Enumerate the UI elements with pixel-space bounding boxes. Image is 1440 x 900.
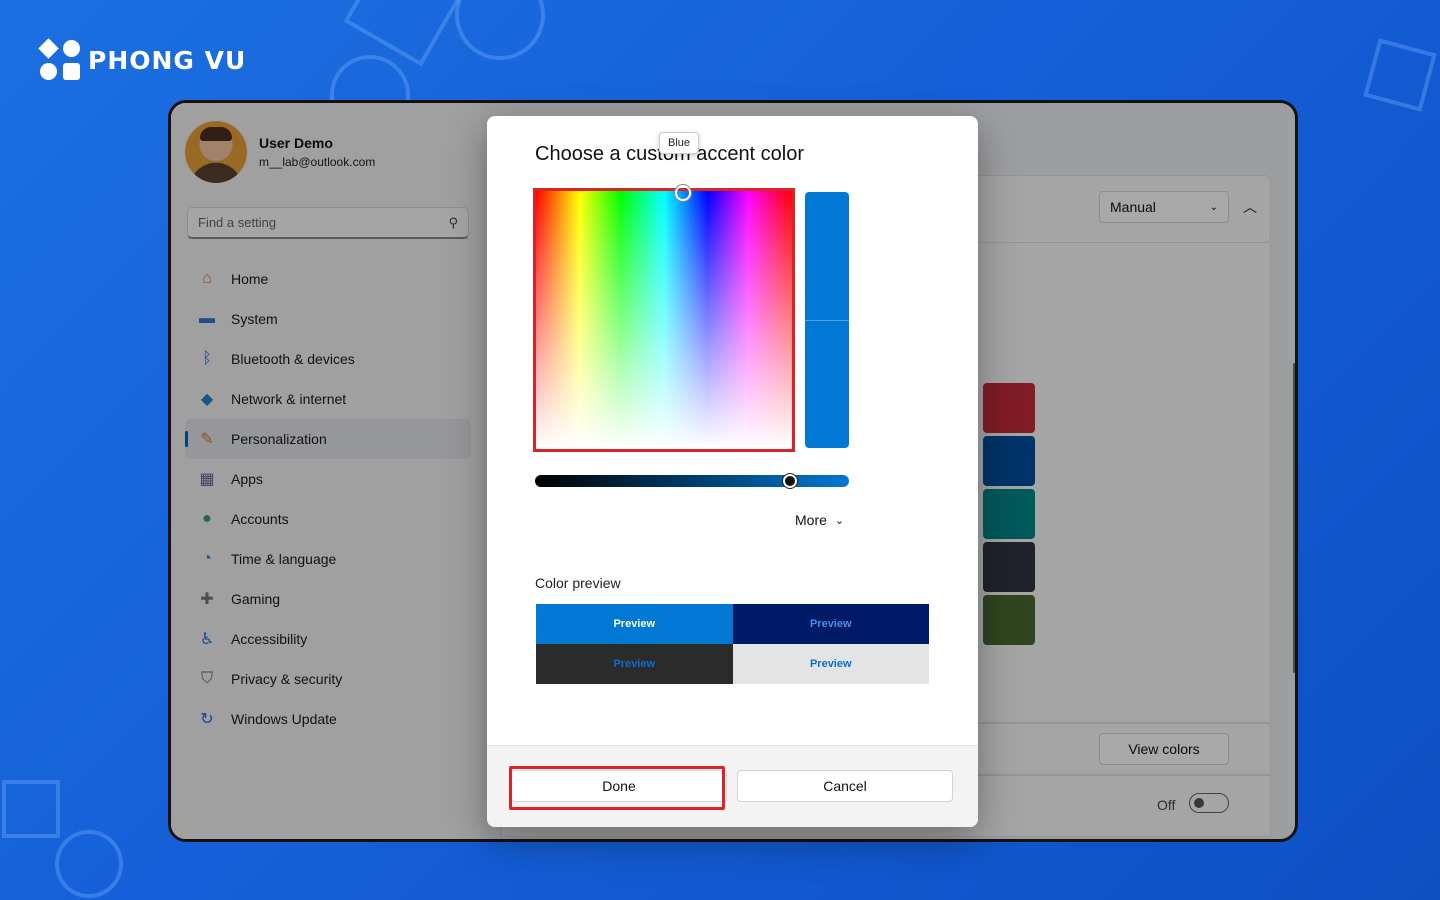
preview-tile: Preview [732,644,929,684]
color-tooltip: Blue [659,132,700,154]
color-spectrum[interactable] [533,188,795,452]
bg-decoration-square [1363,38,1437,112]
bg-decoration-square [2,780,60,838]
more-label: More [795,512,827,528]
cancel-button[interactable]: Cancel [737,770,953,802]
preview-tile: Preview [536,644,733,684]
brand-logo: PHONG VU [38,38,247,80]
more-button[interactable]: More ⌄ [795,512,844,528]
selected-color-swatch [805,192,849,448]
preview-tile: Preview [536,604,733,644]
spectrum-handle[interactable] [675,185,691,201]
brightness-slider-handle[interactable] [783,474,797,488]
brightness-slider[interactable] [535,475,849,487]
done-button-highlight [509,766,725,810]
brand-name: PHONG VU [88,45,247,75]
custom-accent-dialog: Choose a custom accent color Blue More ⌄… [487,116,978,827]
bg-decoration-circle [55,830,123,898]
chevron-down-icon: ⌄ [834,514,845,527]
brand-mark-icon [38,38,80,80]
bg-decoration-circle [455,0,545,60]
preview-tile: Preview [732,604,929,644]
color-preview-grid: Preview Preview Preview Preview [536,604,929,684]
color-preview-label: Color preview [535,575,621,591]
dialog-footer: Done Cancel [487,745,978,827]
